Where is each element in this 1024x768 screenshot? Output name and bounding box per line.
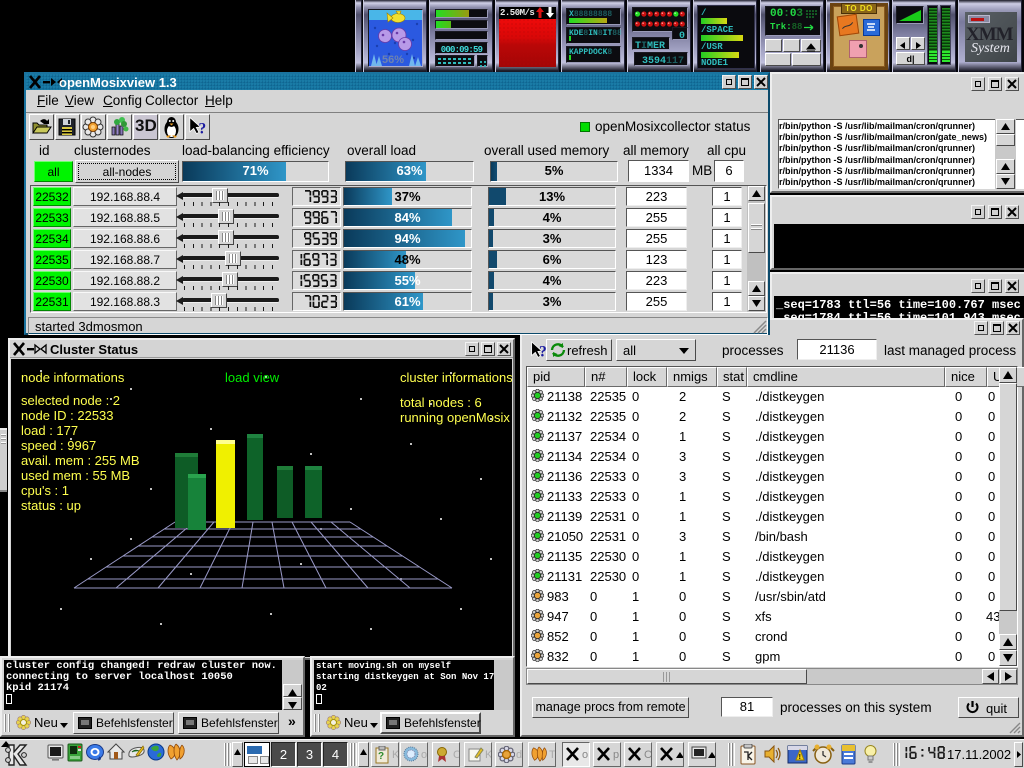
svg-text:!: ! [799,754,801,761]
svg-text:56%: 56% [382,54,404,66]
svg-text:?: ? [198,121,206,138]
svg-text:?: ? [378,751,384,762]
